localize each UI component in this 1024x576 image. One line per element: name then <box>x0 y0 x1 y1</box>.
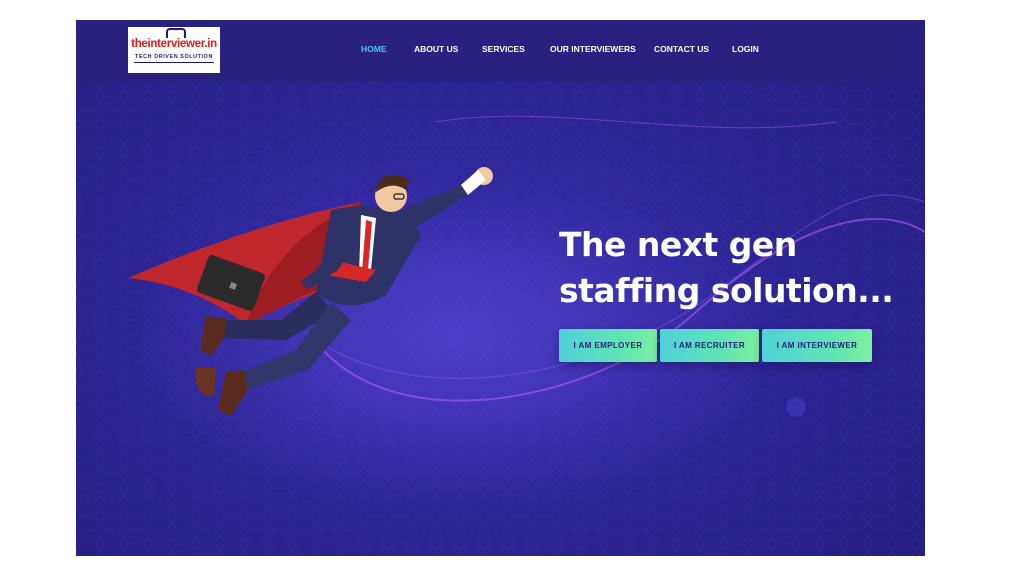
headline-line-2: staffing solution... <box>559 271 894 310</box>
interviewer-button[interactable]: I AM INTERVIEWER <box>762 329 872 362</box>
recruiter-button[interactable]: I AM RECRUITER <box>660 329 759 362</box>
employer-button[interactable]: I AM EMPLOYER <box>559 329 657 362</box>
headline-line-1: The next gen <box>559 225 797 264</box>
page-frame: theinterviewer.in TECH DRIVEN SOLUTION H… <box>76 20 925 556</box>
hero-headline: The next gen staffing solution... <box>559 222 899 314</box>
